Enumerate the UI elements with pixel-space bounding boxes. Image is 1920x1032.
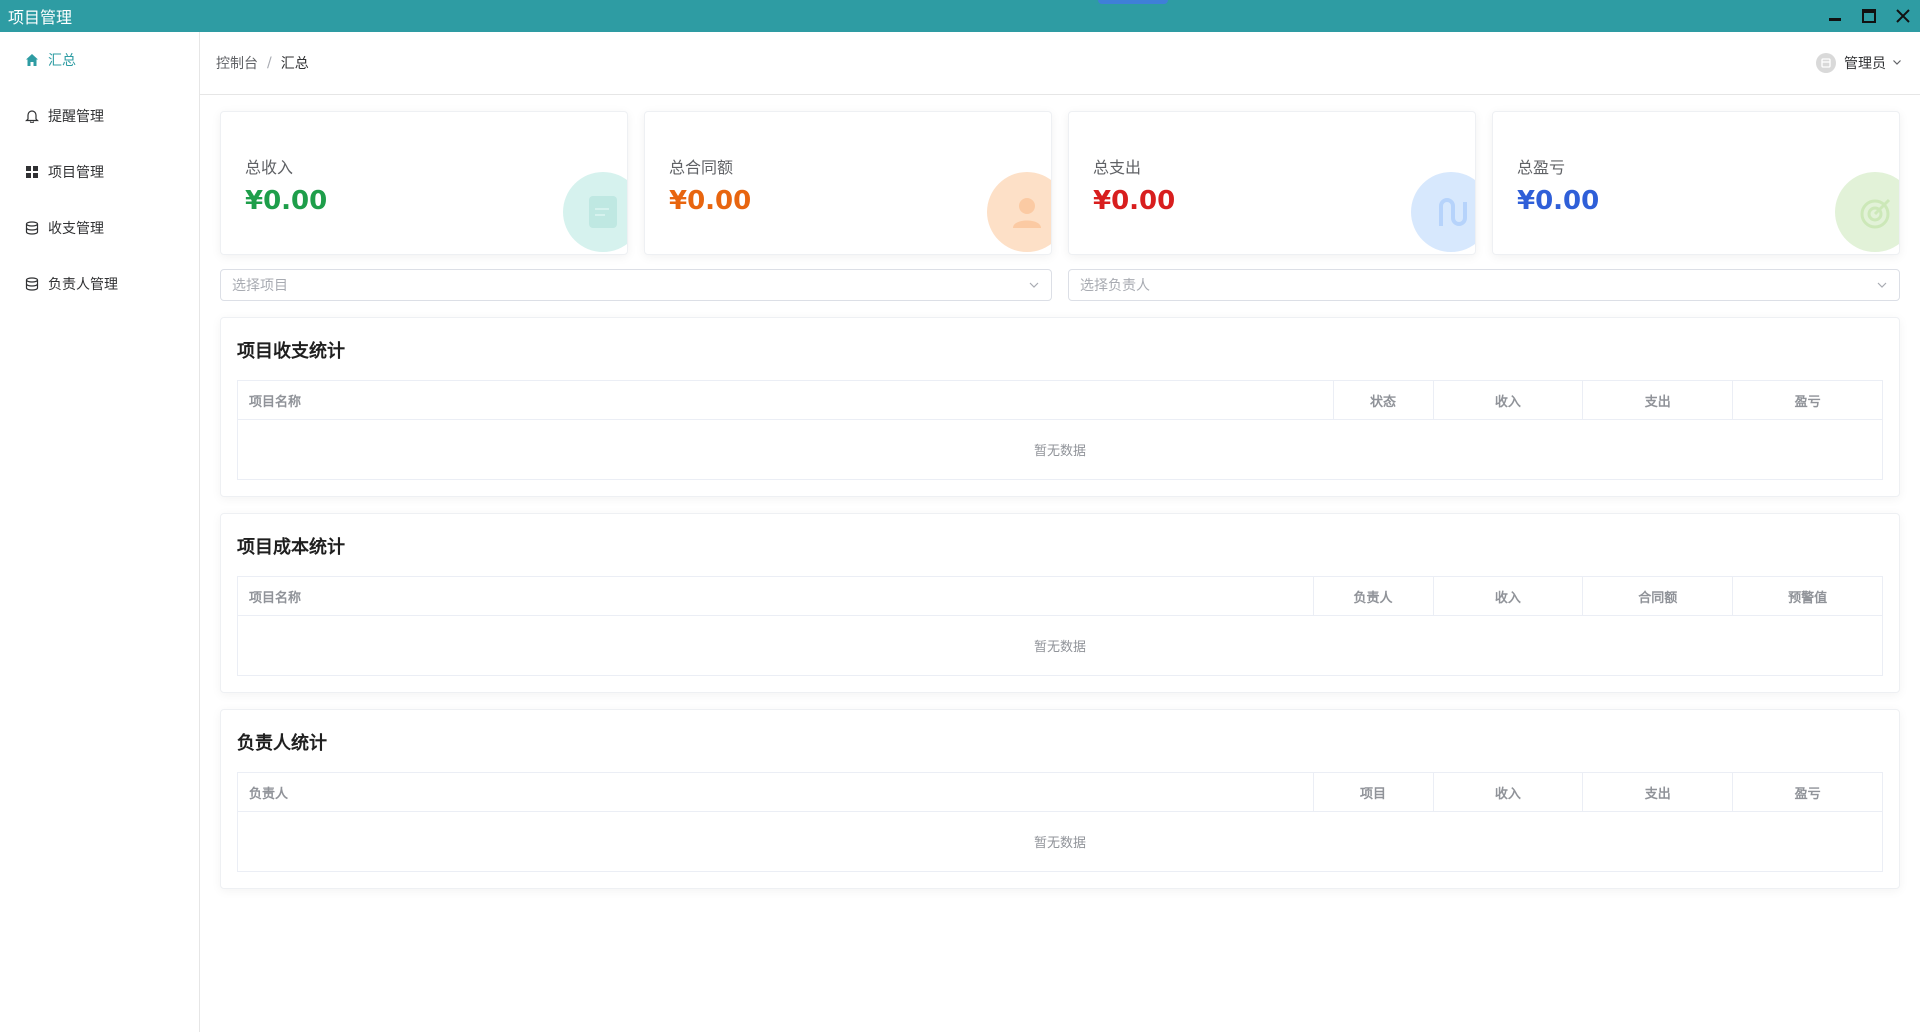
project-finance-panel: 项目收支统计 项目名称 状态 收入 支出 盈亏 暂无数据: [220, 317, 1900, 497]
minimize-button[interactable]: [1818, 0, 1852, 32]
column-header[interactable]: 支出: [1583, 381, 1734, 419]
user-menu[interactable]: 管理员: [1816, 53, 1902, 73]
column-header[interactable]: 预警值: [1733, 577, 1882, 615]
chevron-down-icon: [1877, 282, 1887, 288]
user-icon: [987, 172, 1051, 252]
table-header: 负责人 项目 收入 支出 盈亏: [238, 773, 1882, 812]
stat-card-profit: 总盈亏 ¥0.00: [1492, 111, 1900, 255]
stat-label: 总支出: [1093, 158, 1142, 177]
empty-state: 暂无数据: [1033, 836, 1086, 851]
column-header[interactable]: 收入: [1434, 577, 1584, 615]
sidebar-item-label: 汇总: [48, 53, 76, 69]
sidebar-item-projects[interactable]: 项目管理: [0, 144, 199, 200]
close-icon: [1896, 9, 1910, 23]
sidebar-item-label: 收支管理: [48, 221, 104, 237]
database-icon: [24, 220, 40, 236]
table-header: 项目名称 负责人 收入 合同额 预警值: [238, 577, 1882, 616]
empty-state: 暂无数据: [1033, 640, 1086, 655]
target-icon: [1835, 172, 1899, 252]
breadcrumb-separator: /: [267, 55, 272, 71]
panel-title: 负责人统计: [237, 733, 327, 754]
breadcrumb-item-current: 汇总: [280, 56, 309, 72]
panel-title: 项目收支统计: [237, 341, 345, 362]
title-bar: 项目管理: [0, 0, 1920, 32]
panel-title: 项目成本统计: [237, 537, 345, 558]
window-controls: [1818, 0, 1920, 32]
breadcrumb: 控制台 / 汇总: [216, 53, 309, 73]
stat-label: 总盈亏: [1517, 158, 1566, 177]
column-header[interactable]: 负责人: [1314, 577, 1434, 615]
table-header: 项目名称 状态 收入 支出 盈亏: [238, 381, 1882, 420]
column-header[interactable]: 支出: [1583, 773, 1734, 811]
column-header[interactable]: 收入: [1434, 381, 1584, 419]
grid-icon: [24, 164, 40, 180]
column-header[interactable]: 项目名称: [238, 381, 1334, 419]
sidebar-item-summary[interactable]: 汇总: [0, 32, 199, 88]
top-drag-handle[interactable]: [1098, 0, 1168, 4]
filter-row: 选择项目 选择负责人: [220, 269, 1900, 301]
project-select[interactable]: 选择项目: [220, 269, 1052, 301]
owner-select[interactable]: 选择负责人: [1068, 269, 1900, 301]
stat-cards: 总收入 ¥0.00 总合同额 ¥0.00 总支出 ¥0.00 总盈亏 ¥0.00: [220, 111, 1900, 255]
maximize-icon: [1862, 9, 1876, 23]
user-name: 管理员: [1844, 56, 1886, 72]
dashboard-content: 总收入 ¥0.00 总合同额 ¥0.00 总支出 ¥0.00 总盈亏 ¥0.00…: [200, 95, 1920, 889]
column-header[interactable]: 合同额: [1583, 577, 1734, 615]
owner-stats-panel: 负责人统计 负责人 项目 收入 支出 盈亏 暂无数据: [220, 709, 1900, 889]
stat-label: 总合同额: [669, 158, 734, 177]
empty-state: 暂无数据: [1033, 444, 1086, 459]
sidebar-item-label: 项目管理: [48, 165, 104, 181]
sidebar-item-finance[interactable]: 收支管理: [0, 200, 199, 256]
project-cost-panel: 项目成本统计 项目名称 负责人 收入 合同额 预警值 暂无数据: [220, 513, 1900, 693]
sidebar: 汇总 提醒管理 项目管理 收支管理 负责人管理: [0, 32, 200, 1032]
route-icon: [1411, 172, 1475, 252]
owner-stats-table: 负责人 项目 收入 支出 盈亏 暂无数据: [237, 772, 1883, 872]
window-title: 项目管理: [8, 8, 73, 27]
header: 控制台 / 汇总 管理员: [200, 32, 1920, 95]
column-header[interactable]: 盈亏: [1733, 773, 1882, 811]
sidebar-item-reminders[interactable]: 提醒管理: [0, 88, 199, 144]
maximize-button[interactable]: [1852, 0, 1886, 32]
column-header[interactable]: 项目: [1314, 773, 1434, 811]
sidebar-item-label: 提醒管理: [48, 109, 104, 125]
project-cost-table: 项目名称 负责人 收入 合同额 预警值 暂无数据: [237, 576, 1883, 676]
column-header[interactable]: 负责人: [238, 773, 1314, 811]
column-header[interactable]: 项目名称: [238, 577, 1314, 615]
avatar-icon: [1821, 58, 1831, 68]
breadcrumb-item-dashboard[interactable]: 控制台: [216, 53, 258, 73]
stat-card-income: 总收入 ¥0.00: [220, 111, 628, 255]
wallet-icon: [563, 172, 627, 252]
bell-icon: [24, 108, 40, 124]
minimize-icon: [1829, 18, 1841, 21]
main-area: 控制台 / 汇总 管理员 总收入 ¥0.00 总合同额 ¥0.00 总支出 ¥0…: [200, 32, 1920, 1032]
chevron-down-icon: [1029, 282, 1039, 288]
stat-label: 总收入: [245, 158, 294, 177]
project-finance-table: 项目名称 状态 收入 支出 盈亏 暂无数据: [237, 380, 1883, 480]
database-icon: [24, 276, 40, 292]
sidebar-item-label: 负责人管理: [48, 277, 118, 293]
stat-card-expense: 总支出 ¥0.00: [1068, 111, 1476, 255]
column-header[interactable]: 收入: [1434, 773, 1584, 811]
column-header[interactable]: 状态: [1334, 381, 1434, 419]
project-select-placeholder: 选择项目: [232, 278, 288, 294]
home-icon: [24, 52, 40, 68]
close-button[interactable]: [1886, 0, 1920, 32]
owner-select-placeholder: 选择负责人: [1080, 278, 1150, 294]
column-header[interactable]: 盈亏: [1733, 381, 1882, 419]
chevron-down-icon: [1892, 55, 1902, 71]
stat-card-contract: 总合同额 ¥0.00: [644, 111, 1052, 255]
avatar: [1816, 53, 1836, 73]
sidebar-item-owners[interactable]: 负责人管理: [0, 256, 199, 312]
